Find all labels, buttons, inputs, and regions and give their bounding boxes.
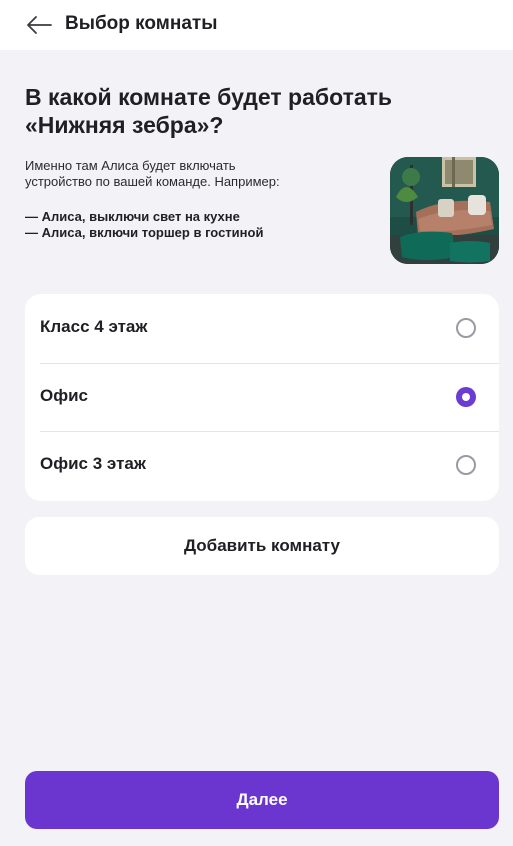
top-bar: Выбор комнаты [0, 0, 513, 50]
example-command: — Алиса, выключи свет на кухне [25, 209, 240, 224]
description: Именно там Алиса будет включать устройст… [25, 158, 375, 190]
question-title-line: В какой комнате будет работать [25, 84, 393, 110]
radio-button-selected[interactable] [456, 387, 476, 407]
room-option-label: Класс 4 этаж [40, 317, 148, 336]
example-command: — Алиса, включи торшер в гостиной [25, 225, 264, 240]
arrow-left-icon [27, 16, 52, 34]
back-button[interactable] [24, 12, 54, 38]
command-examples: — Алиса, выключи свет на кухне — Алиса, … [25, 209, 375, 241]
room-list: Класс 4 этаж Офис Офис 3 этаж [25, 294, 499, 501]
question-title-line: «Нижняя зебра»? [25, 112, 224, 138]
next-button[interactable]: Далее [25, 771, 499, 829]
room-option-label: Офис [40, 386, 89, 405]
radio-button[interactable] [456, 318, 476, 338]
description-line: устройство по вашей команде. Например: [25, 174, 280, 189]
radio-button[interactable] [456, 455, 476, 475]
room-illustration [390, 157, 499, 264]
description-line: Именно там Алиса будет включать [25, 158, 236, 173]
question-title: В какой комнате будет работать «Нижняя з… [25, 83, 465, 139]
room-option[interactable]: Офис [25, 363, 499, 431]
add-room-button[interactable]: Добавить комнату [25, 517, 499, 575]
room-option[interactable]: Класс 4 этаж [25, 294, 499, 362]
page-title: Выбор комнаты [65, 13, 218, 34]
room-option[interactable]: Офис 3 этаж [25, 431, 499, 499]
room-option-label: Офис 3 этаж [40, 454, 146, 473]
